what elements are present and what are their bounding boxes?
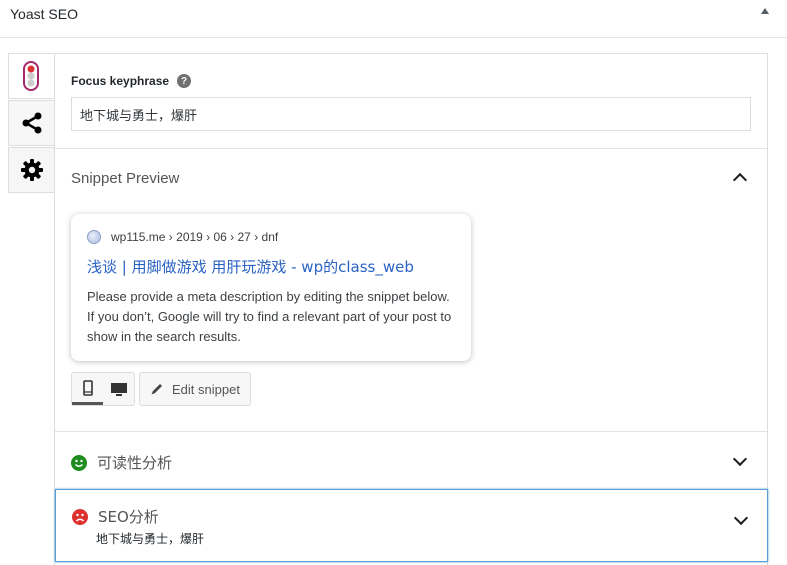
seo-analysis-header[interactable]: SEO分析 地下城与勇士，爆肝 [55,489,768,562]
metabox-header: Yoast SEO [0,0,787,38]
focus-keyphrase-input[interactable] [71,97,751,131]
snippet-preview-heading[interactable]: Snippet Preview [71,170,179,187]
smiley-sad-icon [72,508,88,525]
snippet-preview-card: wp115.me › 2019 › 06 › 27 › dnf 浅谈 | 用脚做… [71,214,471,361]
share-icon [22,112,41,134]
traffic-light-icon [23,61,39,91]
chevron-up-icon[interactable] [732,172,748,188]
seo-keyphrase-subtitle: 地下城与勇士，爆肝 [96,532,205,546]
mobile-icon [82,379,93,396]
tab-content-analysis[interactable] [8,53,54,99]
metabox-title: Yoast SEO [10,6,78,22]
desktop-preview-button[interactable] [103,373,134,405]
globe-icon [87,230,101,244]
focus-keyphrase-section: Focus keyphrase ? [71,74,753,131]
seo-heading: SEO分析 [98,508,159,526]
snippet-title[interactable]: 浅谈 | 用脚做游戏 用肝玩游戏 - wp的class_web [87,256,455,277]
edit-snippet-label: Edit snippet [172,381,240,397]
edit-snippet-button[interactable]: Edit snippet [139,372,251,406]
desktop-icon [110,382,127,396]
snippet-breadcrumb: wp115.me › 2019 › 06 › 27 › dnf [111,230,279,244]
readability-heading: 可读性分析 [97,454,173,472]
device-toggle [71,372,135,406]
snippet-description: Please provide a meta description by edi… [87,289,452,344]
chevron-down-icon[interactable] [732,451,748,467]
collapse-toggle-icon[interactable] [761,8,769,14]
metabox-tabs [8,53,55,194]
focus-keyphrase-label: Focus keyphrase [71,74,170,88]
content-analysis-panel: Focus keyphrase ? Snippet Preview wp115.… [54,53,768,565]
gear-icon [20,159,43,181]
divider [55,431,767,432]
mobile-preview-button[interactable] [72,373,103,405]
chevron-down-icon[interactable] [733,510,749,526]
readability-analysis-header[interactable]: 可读性分析 [71,452,172,473]
smiley-happy-icon [71,454,87,471]
tab-social[interactable] [8,100,54,146]
tab-advanced[interactable] [8,147,54,193]
divider [55,148,767,149]
help-icon[interactable]: ? [177,74,192,88]
pencil-icon [151,384,162,395]
